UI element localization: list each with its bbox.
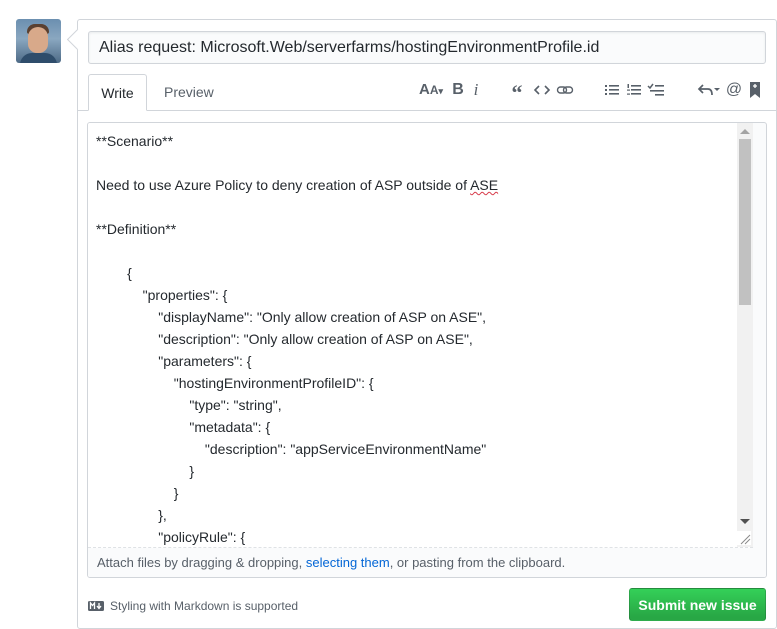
editor-line: "hostingEnvironmentProfileID": {: [96, 375, 374, 391]
issue-title-input[interactable]: [88, 31, 766, 64]
saved-reply-icon[interactable]: [748, 80, 762, 100]
editor-line: },: [96, 507, 167, 523]
tab-preview[interactable]: Preview: [152, 74, 226, 111]
editor-line: "metadata": {: [96, 419, 271, 435]
editor-line: {: [96, 265, 132, 281]
tab-write[interactable]: Write: [88, 74, 147, 111]
quote-icon[interactable]: “: [508, 80, 526, 105]
editor-scrollbar[interactable]: [737, 123, 753, 547]
scroll-up-arrow-icon[interactable]: [740, 129, 750, 134]
markdown-support-note[interactable]: Styling with Markdown is supported: [88, 597, 298, 615]
comment-textarea[interactable]: **Scenario** Need to use Azure Policy to…: [88, 123, 753, 548]
code-icon[interactable]: [533, 80, 551, 100]
text-size-icon[interactable]: AA▾: [416, 80, 446, 100]
select-files-link[interactable]: selecting them: [306, 555, 390, 570]
reply-icon[interactable]: [697, 80, 721, 100]
scrollbar-thumb[interactable]: [739, 139, 751, 305]
editor-line: **Definition**: [96, 221, 177, 237]
unordered-list-icon[interactable]: [604, 80, 620, 100]
editor-line: "displayName": "Only allow creation of A…: [96, 309, 487, 325]
editor-line: }: [96, 485, 179, 501]
attach-text-suffix: , or pasting from the clipboard.: [389, 555, 566, 570]
avatar-shirt: [20, 53, 57, 63]
editor-line: **Scenario**: [96, 133, 174, 149]
editor-line: "parameters": {: [96, 353, 252, 369]
attach-files-bar[interactable]: Attach files by dragging & dropping, sel…: [88, 548, 766, 577]
link-icon[interactable]: [556, 80, 574, 100]
editor-line: Need to use Azure Policy to deny creatio…: [96, 174, 498, 196]
editor-line: }: [96, 463, 195, 479]
markdown-note-text: Styling with Markdown is supported: [110, 599, 299, 613]
bold-icon[interactable]: B: [451, 80, 465, 100]
avatar-face: [28, 27, 48, 53]
editor-line: "type": "string",: [96, 397, 282, 413]
scroll-down-arrow-icon[interactable]: [740, 519, 750, 524]
attach-text-prefix: Attach files by dragging & dropping,: [97, 555, 306, 570]
mention-icon[interactable]: @: [725, 80, 743, 100]
submit-new-issue-button[interactable]: Submit new issue: [629, 588, 766, 621]
italic-icon[interactable]: i: [470, 80, 482, 100]
misspelled-word[interactable]: ASE: [470, 177, 498, 193]
comment-editor: **Scenario** Need to use Azure Policy to…: [87, 122, 767, 578]
editor-line: "description": "Only allow creation of A…: [96, 331, 473, 347]
editor-line: "description": "appServiceEnvironmentNam…: [96, 441, 487, 457]
user-avatar[interactable]: [16, 19, 61, 63]
task-list-icon[interactable]: [647, 80, 665, 100]
ordered-list-icon[interactable]: [626, 80, 642, 100]
editor-line-text: Need to use Azure Policy to deny creatio…: [96, 177, 499, 193]
markdown-icon: [88, 598, 104, 616]
editor-line: "properties": {: [96, 287, 228, 303]
editor-line: "policyRule": {: [96, 529, 246, 545]
resize-grip-icon[interactable]: [737, 531, 751, 545]
